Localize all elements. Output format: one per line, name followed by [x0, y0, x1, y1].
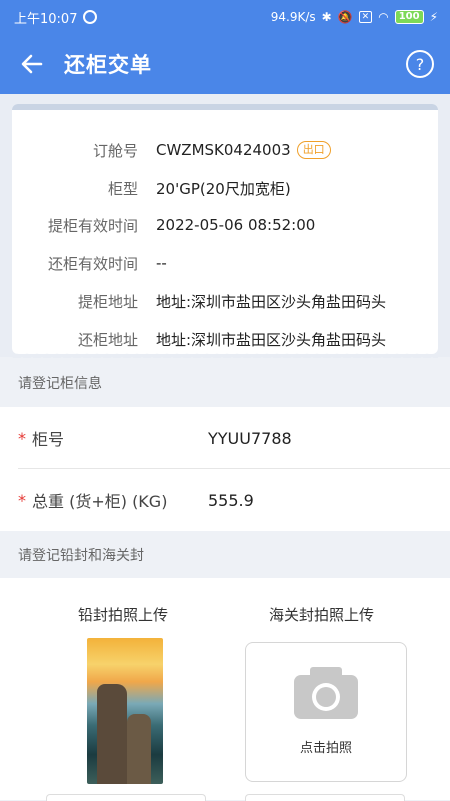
type-label: 柜型 — [107, 179, 138, 198]
question-icon: ? — [415, 54, 425, 74]
wifi-icon: ◠ — [378, 10, 389, 24]
camera-icon — [294, 667, 358, 719]
pickup-time-label: 提柜有效时间 — [47, 216, 138, 235]
page-title: 还柜交单 — [64, 53, 152, 77]
card-top-strip — [12, 104, 438, 110]
customs-seal-label: 海关封拍照上传 — [269, 606, 375, 624]
weight-label: 总重 (货+柜) (KG) — [32, 492, 168, 511]
lead-seal-photo[interactable] — [87, 638, 163, 784]
pickup-address-value: 地址:深圳市盐田区沙头角盐田码头 — [156, 292, 387, 311]
pickup-time-value: 2022-05-06 08:52:00 — [156, 216, 316, 234]
customs-seal-camera-button[interactable]: 点击拍照 — [245, 642, 407, 782]
back-button[interactable] — [8, 40, 56, 88]
status-time: 上午10:07 — [14, 11, 78, 27]
charging-icon: ⚡ — [429, 10, 438, 24]
weight-field[interactable]: 555.9 — [208, 491, 254, 510]
pickup-time-row: 提柜有效时间 2022-05-06 08:52:00 — [12, 206, 438, 244]
photo-rock — [127, 714, 151, 784]
app-header: 还柜交单 ? — [0, 34, 450, 94]
seal-section-heading: 请登记铅封和海关封 — [0, 531, 450, 579]
type-value: 20'GP(20尺加宽柜) — [156, 179, 291, 198]
pickup-address-label: 提柜地址 — [77, 292, 138, 311]
container-number-row[interactable]: * 柜号 YYUU7788 — [0, 407, 450, 469]
lead-seal-label: 铅封拍照上传 — [78, 606, 169, 624]
app-notification-icon — [83, 10, 98, 24]
return-time-label: 还柜有效时间 — [47, 254, 138, 273]
pickup-address-row: 提柜地址 地址:深圳市盐田区沙头角盐田码头 — [12, 282, 438, 320]
booking-card: 订舱号 CWZMSK0424003 出口 柜型 20'GP(20尺加宽柜) 提柜… — [12, 104, 438, 358]
camera-text: 点击拍照 — [299, 741, 352, 756]
return-address-value: 地址:深圳市盐田区沙头角盐田码头 — [156, 330, 387, 349]
return-time-row: 还柜有效时间 -- — [12, 244, 438, 282]
battery-icon: 100 — [394, 10, 424, 24]
status-bar: 上午10:07 94.9K/s ✱ 🔕 ✕ ◠ 100 ⚡ — [0, 0, 450, 34]
arrow-left-icon — [21, 54, 43, 74]
type-row: 柜型 20'GP(20尺加宽柜) — [12, 169, 438, 207]
weight-row[interactable]: * 总重 (货+柜) (KG) 555.9 — [0, 469, 450, 531]
booking-card-wrapper: 订舱号 CWZMSK0424003 出口 柜型 20'GP(20尺加宽柜) 提柜… — [0, 94, 450, 358]
container-number-label: 柜号 — [32, 430, 65, 449]
order-label: 订舱号 — [92, 141, 138, 160]
return-time-value: -- — [156, 254, 167, 272]
bluetooth-icon: ✱ — [321, 10, 332, 24]
export-badge: 出口 — [296, 141, 331, 159]
required-mark: * — [18, 428, 26, 448]
card-scallop-edge — [12, 350, 438, 358]
container-section-heading: 请登记柜信息 — [0, 359, 450, 407]
order-row: 订舱号 CWZMSK0424003 出口 — [12, 131, 438, 169]
return-address-label: 还柜地址 — [77, 330, 138, 349]
sim-icon: ✕ — [358, 11, 373, 23]
mute-icon: 🔕 — [337, 10, 353, 24]
order-number: CWZMSK0424003 — [156, 141, 291, 159]
required-mark: * — [18, 490, 26, 510]
photo-rock — [97, 684, 127, 784]
network-speed: 94.9K/s — [270, 10, 316, 24]
help-button[interactable]: ? — [406, 50, 434, 78]
container-number-field[interactable]: YYUU7788 — [208, 429, 292, 448]
